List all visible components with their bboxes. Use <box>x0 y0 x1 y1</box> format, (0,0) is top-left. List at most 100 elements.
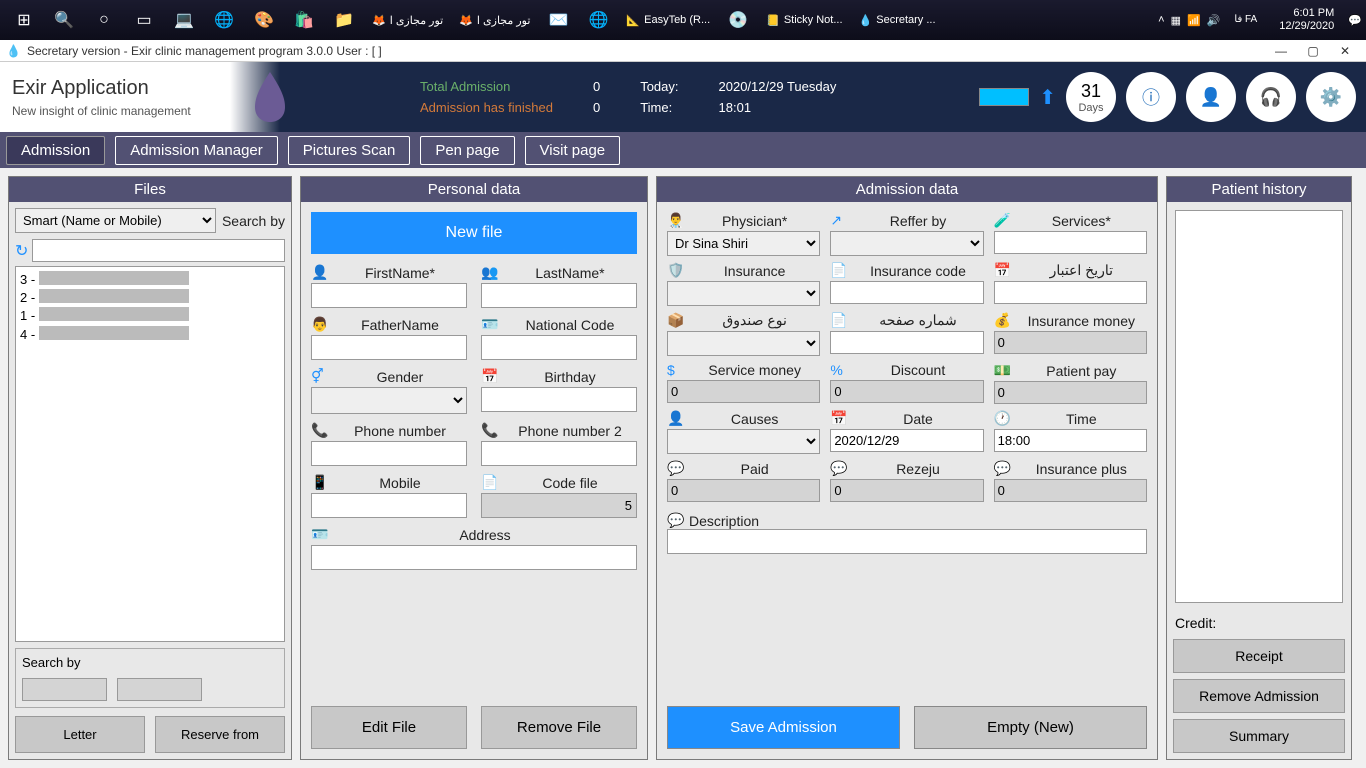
physician-select[interactable]: Dr Sina Shiri <box>667 231 820 256</box>
dollar-icon: $ <box>667 362 683 378</box>
fathername-input[interactable] <box>311 335 467 360</box>
discount-input[interactable] <box>830 380 983 403</box>
remove-file-button[interactable]: Remove File <box>481 706 637 749</box>
gender-icon: ⚥ <box>311 368 327 385</box>
today-label: Today: <box>640 79 678 94</box>
list-item[interactable]: 4 - <box>20 326 280 344</box>
close-button[interactable]: ✕ <box>1330 44 1360 58</box>
causes-select[interactable] <box>667 429 820 454</box>
birthday-input[interactable] <box>481 387 637 412</box>
edit-file-button[interactable]: Edit File <box>311 706 467 749</box>
letter-button[interactable]: Letter <box>15 716 145 753</box>
summary-button[interactable]: Summary <box>1173 719 1345 753</box>
person-icon: 👤 <box>311 264 327 281</box>
search-input-1[interactable] <box>22 678 107 701</box>
search-icon[interactable]: 🔍 <box>44 0 84 40</box>
list-item[interactable]: 2 - <box>20 289 280 307</box>
store-icon[interactable]: 🛍️ <box>284 0 324 40</box>
today-value: 2020/12/29 Tuesday <box>719 79 837 94</box>
gender-select[interactable] <box>311 387 467 414</box>
national-code-input[interactable] <box>481 335 637 360</box>
refresh-icon[interactable]: ↻ <box>15 241 28 261</box>
explorer-icon[interactable]: 📁 <box>324 0 364 40</box>
empty-button[interactable]: Empty (New) <box>914 706 1147 749</box>
search-by-box: Search by <box>15 648 285 708</box>
app-icon[interactable]: 💿 <box>718 0 758 40</box>
insurance-icon: 🛡️ <box>667 262 683 279</box>
maximize-button[interactable]: ▢ <box>1298 44 1328 58</box>
description-input[interactable] <box>667 529 1147 554</box>
taskbar-app[interactable]: 📐 EasyTeb (R... <box>618 0 718 40</box>
lastname-input[interactable] <box>481 283 637 308</box>
support-icon[interactable]: 👤 <box>1186 72 1236 122</box>
edge-icon[interactable]: 🌐 <box>204 0 244 40</box>
history-list[interactable] <box>1175 210 1343 603</box>
service-money-input[interactable] <box>667 380 820 403</box>
search-input-2[interactable] <box>117 678 202 701</box>
box-type-select[interactable] <box>667 331 820 356</box>
reserve-button[interactable]: Reserve from <box>155 716 285 753</box>
phone1-input[interactable] <box>311 441 467 466</box>
taskbar-app[interactable]: 🦊 تور مجازی ا <box>451 0 538 40</box>
arrow-up-icon[interactable]: ⬆ <box>1039 85 1056 110</box>
tray-icon[interactable]: 📶 <box>1187 14 1201 27</box>
tray-icon[interactable]: ˄ <box>1158 14 1164 26</box>
firstname-input[interactable] <box>311 283 467 308</box>
phone2-input[interactable] <box>481 441 637 466</box>
receipt-button[interactable]: Receipt <box>1173 639 1345 673</box>
app-title: Exir Application <box>12 77 248 100</box>
reffer-select[interactable] <box>830 231 983 256</box>
insurance-money-input[interactable] <box>994 331 1147 354</box>
taskview-icon[interactable]: ▭ <box>124 0 164 40</box>
tab-admission[interactable]: Admission <box>6 136 105 165</box>
taskbar-clock[interactable]: فا FA <box>1226 14 1265 26</box>
app-icon[interactable]: 💻 <box>164 0 204 40</box>
start-icon[interactable]: ⊞ <box>4 0 44 40</box>
mail-icon[interactable]: ✉️ <box>538 0 578 40</box>
tab-visit-page[interactable]: Visit page <box>525 136 621 165</box>
minimize-button[interactable]: — <box>1266 44 1296 58</box>
paid-input[interactable] <box>667 479 820 502</box>
settings-icon[interactable]: ⚙️ <box>1306 72 1356 122</box>
save-admission-button[interactable]: Save Admission <box>667 706 900 749</box>
exp-date-input[interactable] <box>994 281 1147 304</box>
search-mode-select[interactable]: Smart (Name or Mobile) <box>15 208 216 233</box>
cortana-icon[interactable]: ○ <box>84 0 124 40</box>
total-admission-value: 0 <box>593 79 600 94</box>
tab-admission-manager[interactable]: Admission Manager <box>115 136 278 165</box>
mobile-input[interactable] <box>311 493 467 518</box>
page-num-input[interactable] <box>830 331 983 354</box>
taskbar-app[interactable]: 📒 Sticky Not... <box>758 0 850 40</box>
date-input[interactable] <box>830 429 983 452</box>
taskbar-app[interactable]: 💧 Secretary ... <box>851 0 944 40</box>
tab-pen-page[interactable]: Pen page <box>420 136 514 165</box>
progress-bar <box>979 88 1029 106</box>
address-input[interactable] <box>311 545 637 570</box>
insurance-code-input[interactable] <box>830 281 983 304</box>
list-item[interactable]: 3 - <box>20 271 280 289</box>
chrome-icon[interactable]: 🌐 <box>578 0 618 40</box>
tray-icon[interactable]: 🔊 <box>1207 14 1221 27</box>
notification-icon[interactable]: 💬 <box>1348 14 1362 27</box>
app-icon[interactable]: 🎨 <box>244 0 284 40</box>
codefile-input[interactable] <box>481 493 637 518</box>
rezeju-input[interactable] <box>830 479 983 502</box>
new-file-button[interactable]: New file <box>311 212 637 254</box>
taskbar-app[interactable]: 🦊 تور مجازی ا <box>364 0 451 40</box>
remove-admission-button[interactable]: Remove Admission <box>1173 679 1345 713</box>
insurance-plus-input[interactable] <box>994 479 1147 502</box>
days-circle[interactable]: 31 Days <box>1066 72 1116 122</box>
tab-pictures-scan[interactable]: Pictures Scan <box>288 136 411 165</box>
taskbar-clock[interactable]: 6:01 PM 12/29/2020 <box>1271 7 1342 33</box>
services-input[interactable] <box>994 231 1147 254</box>
tray-icon[interactable]: ▦ <box>1171 14 1181 27</box>
list-item[interactable]: 1 - <box>20 307 280 325</box>
admission-panel: Admission data 👨‍⚕️Physician* Dr Sina Sh… <box>656 176 1158 760</box>
insurance-select[interactable] <box>667 281 820 306</box>
patient-pay-input[interactable] <box>994 381 1147 404</box>
files-list[interactable]: 3 - 2 - 1 - 4 - <box>15 266 285 642</box>
headset-icon[interactable]: 🎧 <box>1246 72 1296 122</box>
info-icon[interactable]: ⓘ <box>1126 72 1176 122</box>
time-input[interactable] <box>994 429 1147 452</box>
search-input[interactable] <box>32 239 285 262</box>
